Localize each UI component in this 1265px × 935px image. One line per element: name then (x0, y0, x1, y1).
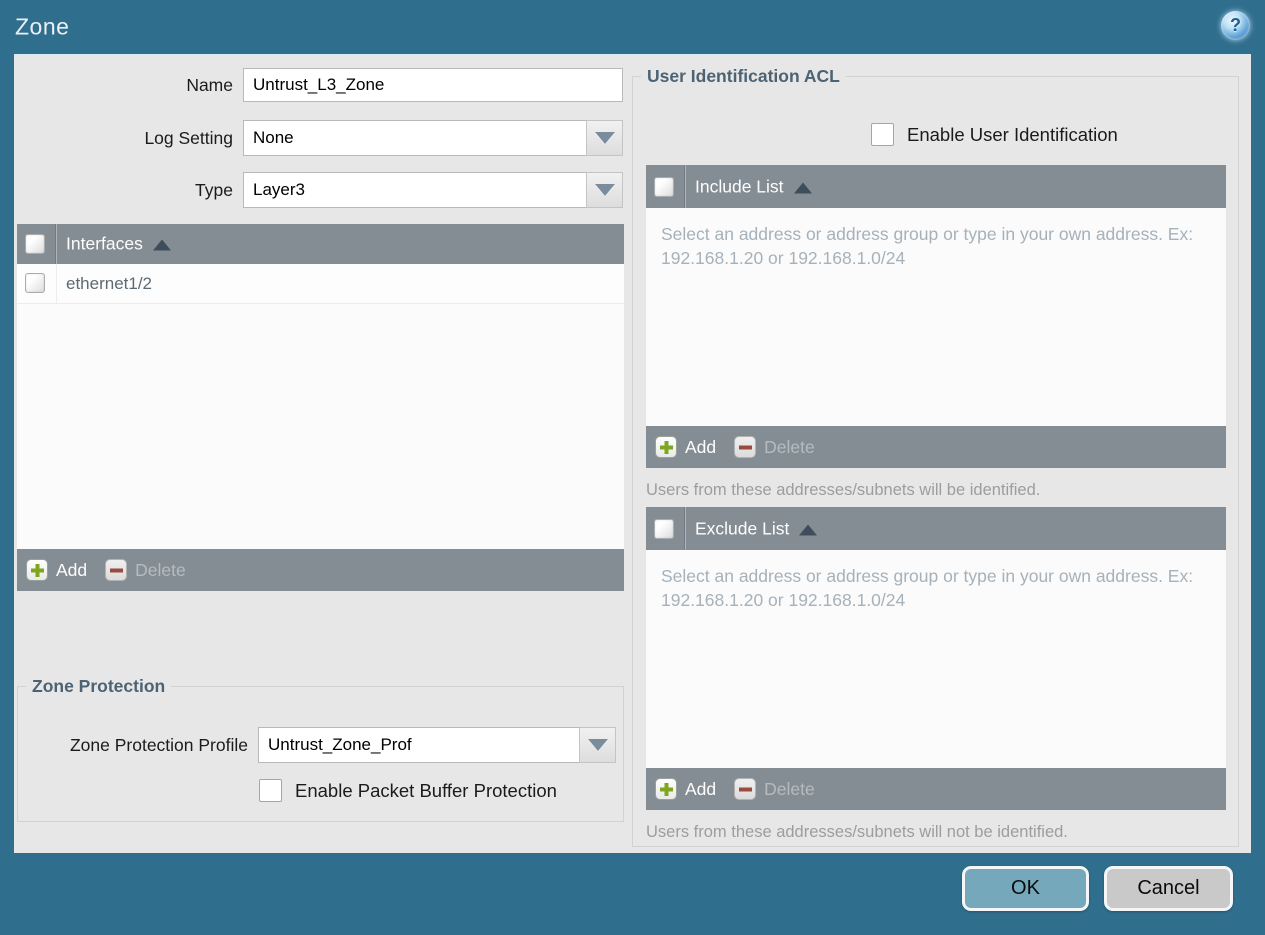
chevron-down-icon (594, 184, 615, 196)
include-list-table: Include List Select an address or addres… (646, 165, 1226, 468)
name-label: Name (186, 75, 233, 95)
exclude-select-all-checkbox[interactable] (654, 518, 674, 539)
interfaces-column-header[interactable]: Interfaces (66, 234, 171, 255)
plus-icon (26, 559, 48, 581)
exclude-list-placeholder: Select an address or address group or ty… (661, 566, 1194, 611)
interfaces-table: Interfaces ethernet1/2 Add Delete (17, 224, 624, 591)
dialog-titlebar: Zone ? (0, 0, 1265, 54)
packet-buffer-protection-label: Enable Packet Buffer Protection (295, 779, 557, 801)
column-divider (685, 165, 686, 208)
include-list-caption: Users from these addresses/subnets will … (646, 481, 1041, 499)
exclude-list-body[interactable]: Select an address or address group or ty… (646, 550, 1226, 768)
user-identification-acl-legend: User Identification ACL (647, 66, 840, 86)
sort-asc-icon (793, 182, 812, 193)
log-setting-dropdown[interactable]: None (243, 120, 623, 156)
type-dropdown[interactable]: Layer3 (243, 172, 623, 208)
sort-asc-icon (799, 524, 818, 535)
column-divider (56, 264, 57, 303)
table-row[interactable]: ethernet1/2 (17, 264, 624, 304)
zone-protection-profile-dropdown-button[interactable] (579, 727, 616, 763)
zone-protection-profile-label: Zone Protection Profile (69, 735, 248, 755)
exclude-list-footer: Add Delete (646, 768, 1226, 810)
packet-buffer-protection-row: Enable Packet Buffer Protection (259, 779, 557, 802)
interfaces-select-all-checkbox[interactable] (25, 234, 45, 254)
add-button[interactable]: Add (655, 778, 716, 800)
enable-user-identification-row: Enable User Identification (871, 123, 1118, 146)
ok-button[interactable]: OK (962, 866, 1089, 911)
help-icon[interactable]: ? (1221, 11, 1250, 40)
plus-icon (655, 436, 677, 458)
chevron-down-icon (587, 739, 608, 751)
sort-asc-icon (152, 239, 171, 251)
column-divider (685, 507, 686, 550)
delete-button[interactable]: Delete (734, 778, 815, 800)
zone-protection-legend: Zone Protection (32, 676, 166, 696)
exclude-list-header: Exclude List (646, 507, 1226, 550)
exclude-list-table: Exclude List Select an address or addres… (646, 507, 1226, 810)
minus-icon (105, 559, 128, 581)
interfaces-table-header: Interfaces (17, 224, 624, 264)
enable-user-identification-label: Enable User Identification (907, 123, 1118, 145)
chevron-down-icon (594, 132, 615, 144)
zone-protection-section: Zone Protection Zone Protection Profile … (17, 676, 624, 822)
name-input[interactable]: Untrust_L3_Zone (243, 68, 623, 102)
plus-icon (655, 778, 677, 800)
packet-buffer-protection-checkbox[interactable] (259, 779, 282, 802)
minus-icon (734, 778, 757, 800)
include-list-body[interactable]: Select an address or address group or ty… (646, 208, 1226, 426)
delete-button[interactable]: Delete (105, 559, 186, 581)
include-list-header: Include List (646, 165, 1226, 208)
delete-button[interactable]: Delete (734, 436, 815, 458)
add-button[interactable]: Add (655, 436, 716, 458)
zone-dialog-window: Zone ? Name Untrust_L3_Zone Log Setting … (0, 0, 1265, 935)
interfaces-table-footer: Add Delete (17, 549, 624, 591)
exclude-list-caption: Users from these addresses/subnets will … (646, 823, 1068, 841)
log-setting-value[interactable]: None (243, 120, 586, 156)
type-value[interactable]: Layer3 (243, 172, 586, 208)
zone-protection-profile-value[interactable]: Untrust_Zone_Prof (258, 727, 579, 763)
log-setting-label: Log Setting (144, 128, 233, 148)
interface-name: ethernet1/2 (66, 273, 153, 293)
enable-user-identification-checkbox[interactable] (871, 123, 894, 146)
exclude-list-column-header[interactable]: Exclude List (695, 518, 818, 539)
minus-icon (734, 436, 757, 458)
zone-protection-profile-dropdown[interactable]: Untrust_Zone_Prof (258, 727, 616, 763)
dialog-title: Zone (15, 13, 70, 40)
include-list-column-header[interactable]: Include List (695, 176, 812, 197)
type-label: Type (195, 180, 233, 200)
add-button[interactable]: Add (26, 559, 87, 581)
user-identification-acl-section: User Identification ACL Enable User Iden… (632, 66, 1239, 847)
row-checkbox[interactable] (25, 273, 45, 293)
include-list-footer: Add Delete (646, 426, 1226, 468)
column-divider (56, 224, 57, 264)
interfaces-table-body: ethernet1/2 (17, 264, 624, 549)
log-setting-dropdown-button[interactable] (586, 120, 623, 156)
include-list-placeholder: Select an address or address group or ty… (661, 224, 1194, 269)
type-dropdown-button[interactable] (586, 172, 623, 208)
cancel-button[interactable]: Cancel (1104, 866, 1233, 911)
dialog-body: Name Untrust_L3_Zone Log Setting None Ty… (14, 54, 1251, 853)
include-select-all-checkbox[interactable] (654, 176, 674, 197)
